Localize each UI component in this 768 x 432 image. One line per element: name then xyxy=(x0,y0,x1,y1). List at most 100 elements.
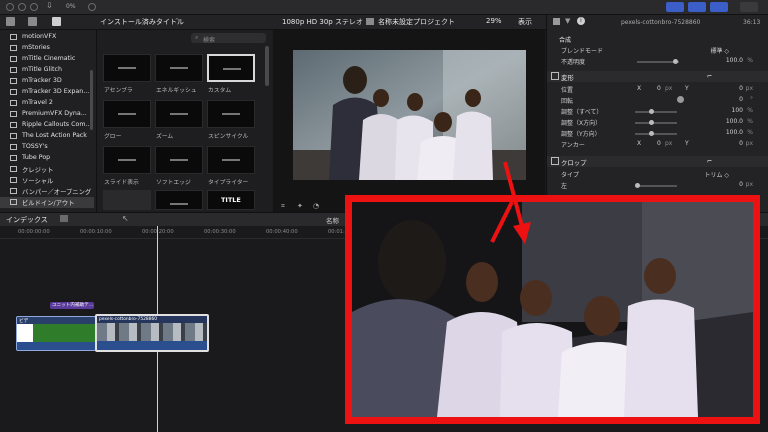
sidebar-item[interactable]: motionVFX xyxy=(0,32,94,43)
clip-duration: 36:13 xyxy=(743,19,761,26)
info-icon[interactable]: i xyxy=(577,17,585,25)
film-inspector-icon[interactable] xyxy=(553,18,560,25)
share-button[interactable] xyxy=(740,2,758,12)
index-button[interactable]: インデックス xyxy=(6,215,48,225)
blend-mode-select[interactable]: 標準 ◇ xyxy=(710,46,729,55)
title-template-tile[interactable] xyxy=(103,190,151,210)
search-field[interactable]: ⌕ 検索 xyxy=(191,33,266,44)
sidebar-item[interactable]: Tube Pop xyxy=(0,153,94,164)
clip-append-icon[interactable] xyxy=(60,215,68,222)
clip1-thumb-green xyxy=(33,324,95,342)
photos-icon[interactable] xyxy=(28,17,37,26)
crop-left-unit: px xyxy=(745,181,753,188)
chevron-updown-icon[interactable]: ⌃ xyxy=(174,17,180,25)
clapper-icon[interactable] xyxy=(6,17,15,26)
library-toggle-button[interactable] xyxy=(666,2,684,12)
category-icon xyxy=(10,144,17,150)
video-clip-1[interactable]: ビデ xyxy=(16,316,96,351)
library-sidebar: motionVFX mStories mTitle Cinematic mTitle … xyxy=(0,30,97,212)
title-template-tile[interactable] xyxy=(155,190,203,210)
crop-type-select[interactable]: トリム ◇ xyxy=(704,170,729,179)
scale-x-value[interactable]: 100.0 xyxy=(726,118,743,125)
timeline-toggle-button[interactable] xyxy=(688,2,706,12)
transform-section[interactable]: 変形 ⌐ xyxy=(547,71,768,82)
close-window-icon[interactable] xyxy=(6,3,14,11)
category-icon xyxy=(10,188,17,194)
sidebar-item[interactable]: mTracker 3D xyxy=(0,76,94,87)
title-clip[interactable]: ユニット内補助テ... xyxy=(50,302,94,309)
sidebar-item[interactable]: mTravel 2 xyxy=(0,98,94,109)
title-template-tile[interactable] xyxy=(207,146,255,174)
title-template-tile[interactable] xyxy=(103,100,151,128)
position-y-value[interactable]: 0 xyxy=(739,85,743,92)
scale-y-slider[interactable] xyxy=(635,131,677,136)
sidebar-item[interactable]: ソーシャル xyxy=(0,175,94,186)
title-template-tile[interactable] xyxy=(155,54,203,82)
sidebar-item[interactable]: Ripple Callouts Com... xyxy=(0,120,94,131)
title-template-tile[interactable] xyxy=(207,100,255,128)
search-icon: ⌕ xyxy=(195,34,199,41)
title-template-tile[interactable] xyxy=(155,146,203,174)
sidebar-item[interactable]: mStories xyxy=(0,43,94,54)
sidebar-item[interactable]: クレジット xyxy=(0,164,94,175)
transform-tool-icon[interactable]: ⌗ xyxy=(281,202,285,211)
crop-left-value[interactable]: 0 xyxy=(739,181,743,188)
category-icon xyxy=(10,111,17,117)
titles-generators-icon[interactable] xyxy=(52,17,61,26)
sidebar-scrollbar[interactable] xyxy=(90,70,93,130)
anchor-y-value[interactable]: 0 xyxy=(739,140,743,147)
minimize-window-icon[interactable] xyxy=(18,3,26,11)
zoom-window-icon[interactable] xyxy=(30,3,38,11)
title-template-tile[interactable] xyxy=(103,54,151,82)
clip1-audio xyxy=(17,342,95,350)
viewer-zoom[interactable]: 29% xyxy=(486,17,502,25)
sidebar-item[interactable]: ビルドイン/アウト xyxy=(0,197,94,208)
rotation-dial[interactable] xyxy=(677,96,684,103)
video-clip-2[interactable]: pexels-cottonbro-7528860 xyxy=(95,314,209,352)
sidebar-item[interactable]: mTitle Cinematic xyxy=(0,54,94,65)
crop-left-slider[interactable] xyxy=(635,183,677,188)
scale-all-slider[interactable] xyxy=(635,109,677,114)
view-menu[interactable]: 表示 xyxy=(518,17,532,27)
crop-section[interactable]: クロップ ⌐ xyxy=(547,156,768,167)
opacity-value[interactable]: 100.0 xyxy=(726,57,743,64)
rotation-value[interactable]: 0 xyxy=(739,96,743,103)
inspector-toggle-button[interactable] xyxy=(710,2,728,12)
browser-scrollbar[interactable] xyxy=(265,46,269,86)
tile-preview-mark xyxy=(118,159,136,161)
anchor-x-value[interactable]: 0 xyxy=(657,140,661,147)
sidebar-item[interactable]: バンパー／オープニング xyxy=(0,186,94,197)
sidebar-item[interactable]: mTracker 3D Expan... xyxy=(0,87,94,98)
sidebar-item[interactable]: mTitle Glitch xyxy=(0,65,94,76)
browser-category-title[interactable]: インストール済みタイトル xyxy=(100,17,184,27)
enhance-icon[interactable]: ✦ xyxy=(297,202,303,210)
sidebar-item[interactable]: The Lost Action Pack xyxy=(0,131,94,142)
scale-all-value[interactable]: 100 xyxy=(732,107,743,114)
sidebar-item-label: The Lost Action Pack xyxy=(22,132,87,139)
import-icon[interactable]: ⇩ xyxy=(46,1,53,10)
timecode-label: 00:00:30:00 xyxy=(204,229,236,235)
title-template-tile[interactable] xyxy=(103,146,151,174)
title-template-tile[interactable] xyxy=(155,100,203,128)
sidebar-item-label: Tube Pop xyxy=(22,154,51,161)
sidebar-item[interactable]: PremiumVFX Dyna... xyxy=(0,109,94,120)
speed-icon[interactable]: ◔ xyxy=(313,202,319,210)
select-tool-icon[interactable]: ↖ xyxy=(122,214,129,223)
filter-icon[interactable]: ▼ xyxy=(565,17,570,25)
sidebar-item-label: バンパー／オープニング xyxy=(22,189,92,196)
transform-checkbox[interactable] xyxy=(551,72,559,80)
transform-onscreen-icon[interactable]: ⌐ xyxy=(707,72,712,80)
position-label: 位置 xyxy=(561,87,574,94)
crop-onscreen-icon[interactable]: ⌐ xyxy=(707,157,712,165)
opacity-slider[interactable] xyxy=(637,59,679,64)
sidebar-item[interactable]: TOSSY's xyxy=(0,142,94,153)
position-x-value[interactable]: 0 xyxy=(657,85,661,92)
tile-caption: カスタム xyxy=(208,88,232,94)
crop-checkbox[interactable] xyxy=(551,157,559,165)
timecode-label: 00:00:10:00 xyxy=(80,229,112,235)
background-tasks-icon[interactable] xyxy=(88,3,96,11)
title-template-tile[interactable] xyxy=(207,54,255,82)
scale-x-slider[interactable] xyxy=(635,120,677,125)
scale-y-value[interactable]: 100.0 xyxy=(726,129,743,136)
position-y-label: Y xyxy=(685,85,689,92)
